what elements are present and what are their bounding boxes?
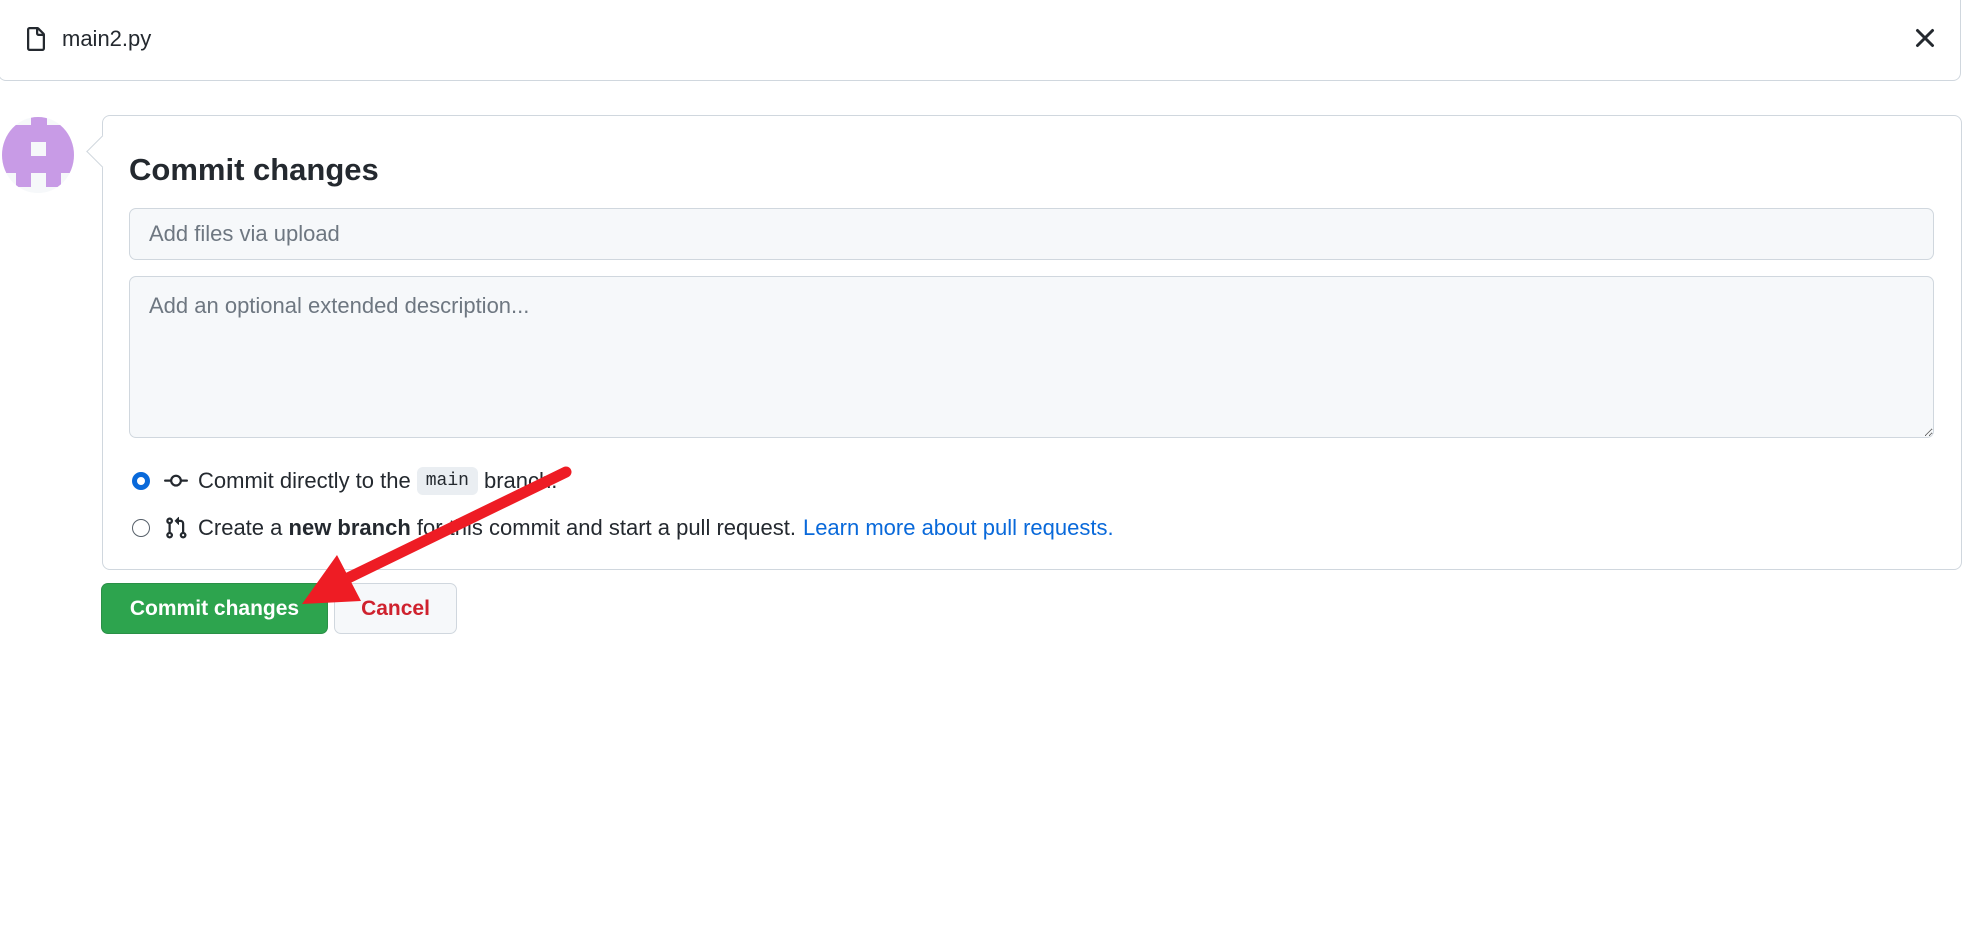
learn-more-pull-requests-link[interactable]: Learn more about pull requests. [803, 515, 1114, 541]
new-branch-suffix: for this commit and start a pull request… [416, 515, 796, 540]
close-icon[interactable] [1910, 23, 1940, 53]
new-branch-bold: new branch [288, 515, 411, 540]
new-branch-prefix: Create a [198, 515, 283, 540]
commit-direct-option[interactable]: Commit directly to the main branch. [129, 464, 557, 498]
commit-description-input[interactable] [129, 276, 1934, 438]
branch-name: main [416, 467, 478, 495]
file-icon [27, 27, 45, 51]
commit-form: Commit changes Commit directly to the ma… [86, 115, 1962, 570]
git-commit-icon [164, 474, 188, 487]
commit-title: Commit changes [129, 152, 379, 187]
commit-direct-suffix: branch. [483, 468, 558, 493]
speech-pointer [86, 135, 119, 168]
cancel-button[interactable]: Cancel [334, 583, 457, 634]
commit-direct-radio[interactable] [132, 472, 150, 490]
file-header: main2.py [0, 0, 1961, 81]
commit-changes-button[interactable]: Commit changes [101, 583, 328, 634]
commit-summary-input[interactable] [129, 208, 1934, 260]
commit-direct-prefix: Commit directly to the [198, 468, 411, 493]
new-branch-option[interactable]: Create a new branch for this commit and … [129, 511, 1114, 545]
avatar [2, 117, 74, 193]
git-pull-request-icon [166, 516, 187, 539]
file-name: main2.py [62, 26, 152, 51]
identicon-avatar [2, 117, 74, 193]
new-branch-radio[interactable] [132, 519, 150, 537]
